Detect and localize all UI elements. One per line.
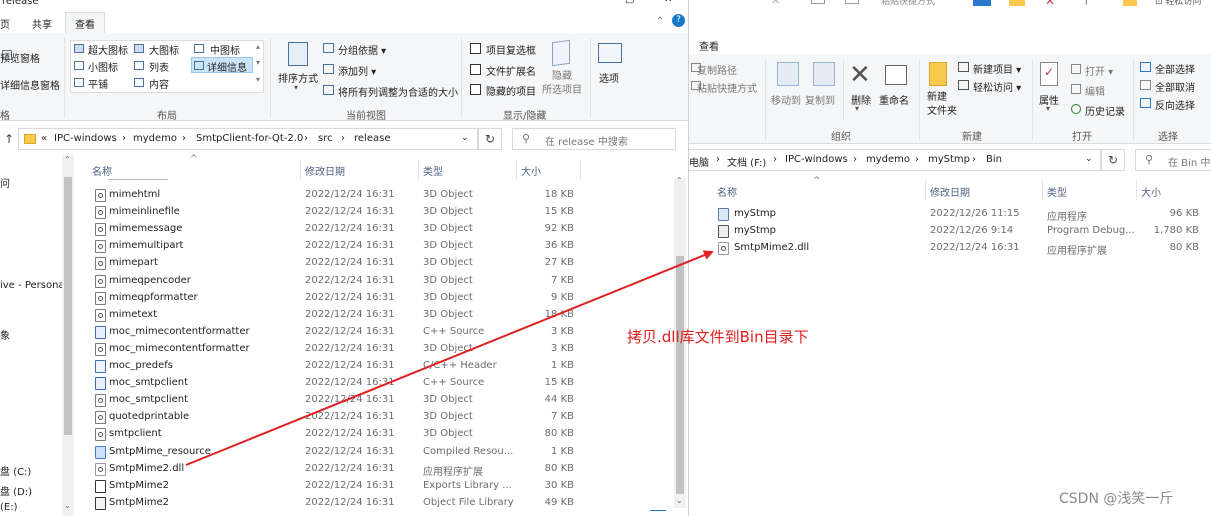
annotation-arrow [185, 250, 714, 466]
annotation-overlay [185, 250, 714, 466]
watermark: CSDN @浅笑一斤 [1059, 491, 1174, 507]
annotation-text: 拷贝.dll库文件到Bin目录下 [627, 328, 809, 346]
